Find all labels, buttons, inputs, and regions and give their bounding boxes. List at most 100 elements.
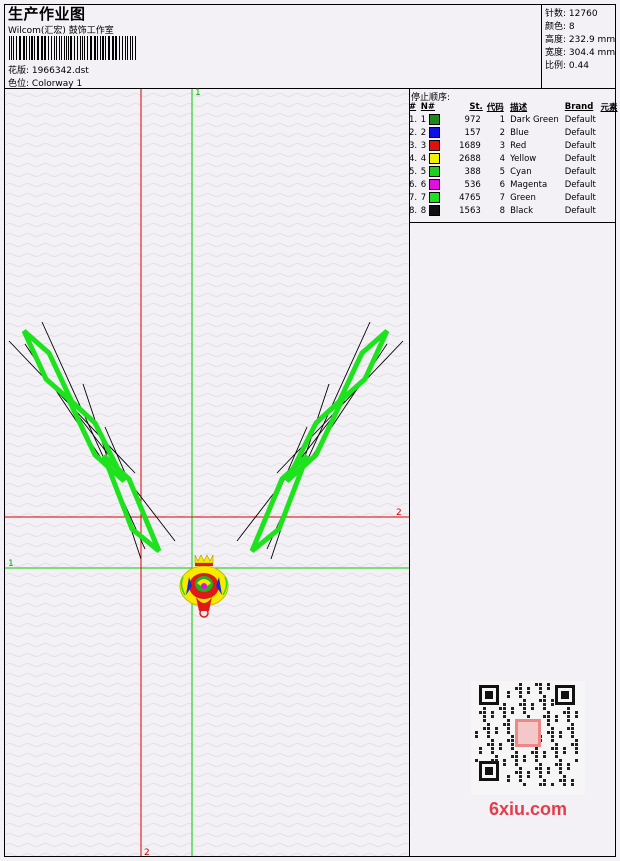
color-swatch	[428, 153, 440, 164]
row-code: 8	[499, 205, 506, 216]
row-stitches: 1689	[459, 140, 481, 151]
row-number: 1	[421, 113, 448, 126]
color-swatch	[428, 166, 440, 177]
row-code: 3	[499, 140, 506, 151]
row-brand: Default	[564, 166, 596, 177]
legend-bottom-divider	[409, 222, 616, 223]
row-brand: Default	[564, 192, 596, 203]
design-label: 花版:	[8, 66, 30, 76]
stat-scale: 比例: 0.44	[545, 61, 589, 71]
row-number: 6	[421, 178, 448, 191]
row-code: 1	[499, 114, 506, 125]
row-brand: Default	[564, 140, 596, 151]
color-sequence-table: # N# St. 代码 描述 Brand 元素 1. 1 972 1 Dark Gre…	[409, 101, 620, 217]
row-number: 7	[421, 191, 448, 204]
row-index: 4.	[409, 153, 418, 164]
col-stitches: St.	[469, 102, 483, 112]
table-row: 1. 1 972 1 Dark Green Default	[409, 113, 620, 126]
design-info: 花版: 1966342.dst	[8, 63, 89, 76]
row-description: Blue	[510, 127, 529, 138]
axis-label-right: 2	[396, 508, 402, 518]
row-brand: Default	[564, 205, 596, 216]
row-code: 5	[499, 166, 506, 177]
row-number: 8	[421, 204, 448, 217]
row-description: Yellow	[510, 153, 537, 164]
row-element	[601, 204, 620, 217]
row-element	[601, 165, 620, 178]
color-swatch	[428, 192, 440, 203]
color-swatch	[428, 140, 440, 151]
row-element	[601, 178, 620, 191]
row-index: 1.	[409, 114, 418, 125]
row-brand: Default	[564, 153, 596, 164]
color-swatch	[428, 205, 440, 216]
row-brand: Default	[564, 114, 596, 125]
row-index: 2.	[409, 127, 418, 138]
col-index: #	[409, 102, 417, 112]
axis-label-top: 1	[195, 88, 201, 98]
row-index: 3.	[409, 140, 418, 151]
row-description: Magenta	[510, 179, 548, 190]
row-element	[601, 191, 620, 204]
color-swatch	[428, 114, 440, 125]
row-number: 4	[421, 152, 448, 165]
row-description: Red	[510, 140, 527, 151]
design-canvas	[5, 89, 409, 856]
stat-width: 宽度: 304.4 mm	[545, 48, 616, 58]
row-number: 2	[421, 126, 448, 139]
colorway-label: 色位:	[8, 79, 30, 89]
row-element	[601, 152, 620, 165]
row-code: 4	[499, 153, 506, 164]
row-code: 6	[499, 179, 506, 190]
table-row: 3. 3 1689 3 Red Default	[409, 139, 620, 152]
color-swatch	[428, 127, 440, 138]
color-swatch	[428, 179, 440, 190]
stat-stitches: 针数: 12760	[545, 9, 598, 19]
row-index: 5.	[409, 166, 418, 177]
axis-label-left: 1	[8, 559, 14, 569]
qr-watermark: 6xiu.com	[471, 681, 585, 819]
row-brand: Default	[564, 127, 596, 138]
row-stitches: 972	[464, 114, 481, 125]
col-code: 代码	[486, 103, 504, 113]
row-number: 5	[421, 165, 448, 178]
table-row: 7. 7 4765 7 Green Default	[409, 191, 620, 204]
row-brand: Default	[564, 179, 596, 190]
barcode	[9, 36, 136, 60]
row-index: 6.	[409, 179, 418, 190]
company-name: Wilcom(汇宏) 鼓饰工作室	[8, 26, 114, 36]
row-description: Black	[510, 205, 534, 216]
stat-colors: 颜色: 8	[545, 22, 575, 32]
table-row: 5. 5 388 5 Cyan Default	[409, 165, 620, 178]
row-stitches: 157	[464, 127, 481, 138]
col-description: 描述	[510, 103, 528, 113]
col-brand: Brand	[564, 102, 594, 112]
row-stitches: 388	[464, 166, 481, 177]
watermark-text: 6xiu.com	[489, 799, 567, 819]
row-code: 2	[499, 127, 506, 138]
row-code: 7	[499, 192, 506, 203]
col-number: N#	[420, 102, 436, 112]
colorway-info: 色位: Colorway 1	[8, 76, 82, 89]
table-row: 4. 4 2688 4 Yellow Default	[409, 152, 620, 165]
col-element: 元素	[600, 103, 618, 113]
page-title: 生产作业图	[8, 5, 86, 23]
row-description: Dark Green	[510, 114, 559, 125]
row-stitches: 536	[464, 179, 481, 190]
row-description: Green	[510, 192, 536, 203]
row-stitches: 2688	[459, 153, 481, 164]
table-row: 6. 6 536 6 Magenta Default	[409, 178, 620, 191]
colorway-value: Colorway 1	[31, 79, 83, 89]
row-element	[601, 139, 620, 152]
row-index: 8.	[409, 205, 418, 216]
row-number: 3	[421, 139, 448, 152]
row-description: Cyan	[510, 166, 532, 177]
row-stitches: 1563	[459, 205, 481, 216]
table-row: 2. 2 157 2 Blue Default	[409, 126, 620, 139]
table-row: 8. 8 1563 8 Black Default	[409, 204, 620, 217]
stats-divider	[541, 4, 542, 88]
row-element	[601, 113, 620, 126]
row-element	[601, 126, 620, 139]
design-value: 1966342.dst	[31, 66, 89, 76]
axis-label-bottom: 2	[144, 848, 150, 858]
